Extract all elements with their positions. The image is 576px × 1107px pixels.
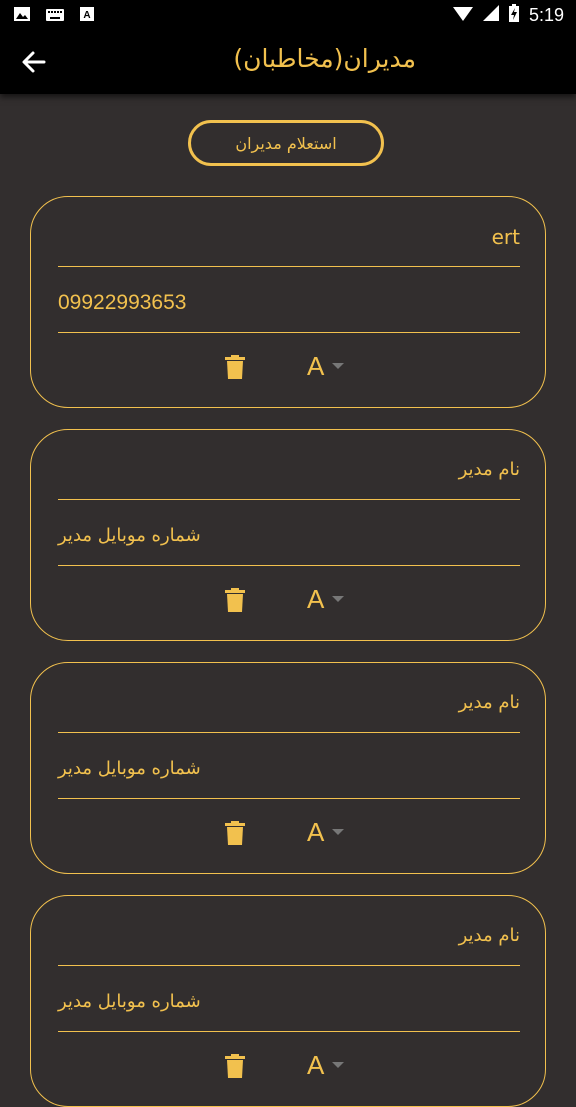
manager-card: ert 09922993653 A <box>30 196 546 408</box>
manager-phone-placeholder: شماره موبایل مدیر <box>58 525 201 546</box>
manager-name-field[interactable]: نام مدیر <box>58 673 520 733</box>
caret-down-icon <box>332 829 345 835</box>
manager-card: نام مدیر شماره موبایل مدیر A <box>30 429 546 641</box>
manager-name-field[interactable]: ert <box>58 207 520 267</box>
delete-button[interactable] <box>225 1054 245 1078</box>
app-bar: مدیران(مخاطبان) <box>0 30 576 94</box>
manager-phone-field[interactable]: 09922993653 <box>58 273 520 333</box>
caret-down-icon <box>332 363 345 369</box>
svg-text:A: A <box>83 10 90 21</box>
manager-card: نام مدیر شماره موبایل مدیر A <box>30 895 546 1107</box>
manager-phone-placeholder: شماره موبایل مدیر <box>58 758 201 779</box>
card-actions: A <box>31 811 545 851</box>
status-bar: A 5:19 <box>0 0 576 30</box>
back-button[interactable] <box>20 48 48 76</box>
delete-button[interactable] <box>225 588 245 612</box>
manager-phone-placeholder: شماره موبایل مدیر <box>58 991 201 1012</box>
card-actions: A <box>31 1044 545 1084</box>
manager-phone-field[interactable]: شماره موبایل مدیر <box>58 739 520 799</box>
delete-button[interactable] <box>225 355 245 379</box>
role-value: A <box>307 583 325 614</box>
role-dropdown[interactable]: A <box>307 1048 345 1082</box>
role-value: A <box>307 350 325 381</box>
card-actions: A <box>31 345 545 385</box>
manager-name-placeholder: نام مدیر <box>458 925 520 946</box>
trash-icon <box>225 821 245 845</box>
role-dropdown[interactable]: A <box>307 349 345 383</box>
role-value: A <box>307 816 325 847</box>
trash-icon <box>225 355 245 379</box>
manager-name-placeholder: نام مدیر <box>458 692 520 713</box>
role-dropdown[interactable]: A <box>307 815 345 849</box>
manager-name-field[interactable]: نام مدیر <box>58 440 520 500</box>
trash-icon <box>225 1054 245 1078</box>
status-time: 5:19 <box>528 4 564 25</box>
battery-icon <box>508 4 519 26</box>
manager-phone-text: 09922993653 <box>58 290 187 314</box>
delete-button[interactable] <box>225 821 245 845</box>
inquiry-managers-button[interactable]: استعلام مدیران <box>188 120 384 166</box>
manager-name-field[interactable]: نام مدیر <box>58 906 520 966</box>
trash-icon <box>225 588 245 612</box>
manager-name-placeholder: نام مدیر <box>458 459 520 480</box>
keyboard-icon <box>46 6 64 25</box>
wifi-icon <box>452 5 473 25</box>
manager-phone-field[interactable]: شماره موبایل مدیر <box>58 506 520 566</box>
manager-phone-field[interactable]: شماره موبایل مدیر <box>58 972 520 1032</box>
manager-name-text: ert <box>491 224 520 249</box>
manager-card: نام مدیر شماره موبایل مدیر A <box>30 662 546 874</box>
page-title: مدیران(مخاطبان) <box>233 44 416 73</box>
card-actions: A <box>31 578 545 618</box>
signal-icon <box>482 5 499 25</box>
role-dropdown[interactable]: A <box>307 582 345 616</box>
caret-down-icon <box>332 596 345 602</box>
role-value: A <box>307 1049 325 1080</box>
arrow-left-icon <box>22 51 46 73</box>
app-notification-icon: A <box>80 6 94 25</box>
gallery-icon <box>14 6 30 25</box>
caret-down-icon <box>332 1062 345 1068</box>
